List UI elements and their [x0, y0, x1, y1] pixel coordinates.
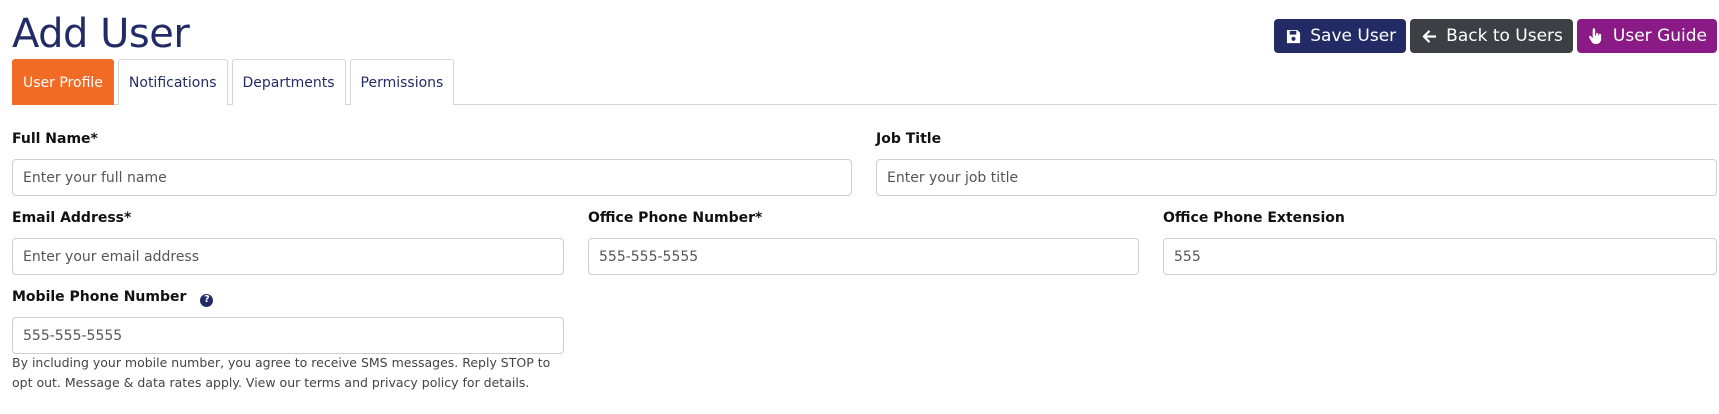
tab-permissions[interactable]: Permissions: [349, 59, 455, 105]
job-title-label: Job Title: [876, 131, 942, 147]
tab-user-profile[interactable]: User Profile: [12, 59, 114, 105]
full-name-label: Full Name*: [12, 131, 98, 147]
save-user-label: Save User: [1310, 26, 1397, 46]
floppy-disk-icon: [1284, 27, 1302, 45]
office-phone-input[interactable]: [588, 238, 1139, 275]
mobile-phone-group: Mobile Phone Number?: [12, 287, 564, 354]
back-to-users-label: Back to Users: [1446, 26, 1563, 46]
full-name-group: Full Name*: [12, 129, 852, 196]
full-name-input[interactable]: [12, 159, 852, 196]
email-group: Email Address*: [12, 208, 564, 275]
arrow-left-icon: [1420, 27, 1438, 45]
question-circle-icon[interactable]: ?: [200, 293, 214, 307]
page-title: Add User: [12, 11, 190, 57]
save-user-button[interactable]: Save User: [1274, 19, 1407, 53]
email-label: Email Address*: [12, 210, 132, 226]
office-ext-label: Office Phone Extension: [1163, 210, 1345, 226]
mobile-phone-label-row: Mobile Phone Number?: [12, 287, 564, 307]
mobile-phone-input[interactable]: [12, 317, 564, 354]
user-guide-label: User Guide: [1612, 26, 1707, 46]
tab-notifications[interactable]: Notifications: [117, 59, 228, 105]
email-input[interactable]: [12, 238, 564, 275]
job-title-input[interactable]: [876, 159, 1717, 196]
hand-pointer-icon: [1587, 27, 1605, 45]
office-phone-label: Office Phone Number*: [588, 210, 763, 226]
office-ext-group: Office Phone Extension: [1163, 208, 1717, 275]
office-phone-group: Office Phone Number*: [588, 208, 1139, 275]
tab-bar: User Profile Notifications Departments P…: [12, 59, 1717, 105]
tab-departments[interactable]: Departments: [231, 59, 346, 105]
user-guide-button[interactable]: User Guide: [1576, 19, 1717, 53]
mobile-phone-label: Mobile Phone Number: [12, 289, 187, 305]
job-title-group: Job Title: [876, 129, 1717, 196]
back-to-users-button[interactable]: Back to Users: [1410, 19, 1573, 53]
office-ext-input[interactable]: [1163, 238, 1717, 275]
header-actions: Save User Back to Users User Guide: [1274, 19, 1717, 53]
sms-consent-note: By including your mobile number, you agr…: [12, 355, 551, 390]
